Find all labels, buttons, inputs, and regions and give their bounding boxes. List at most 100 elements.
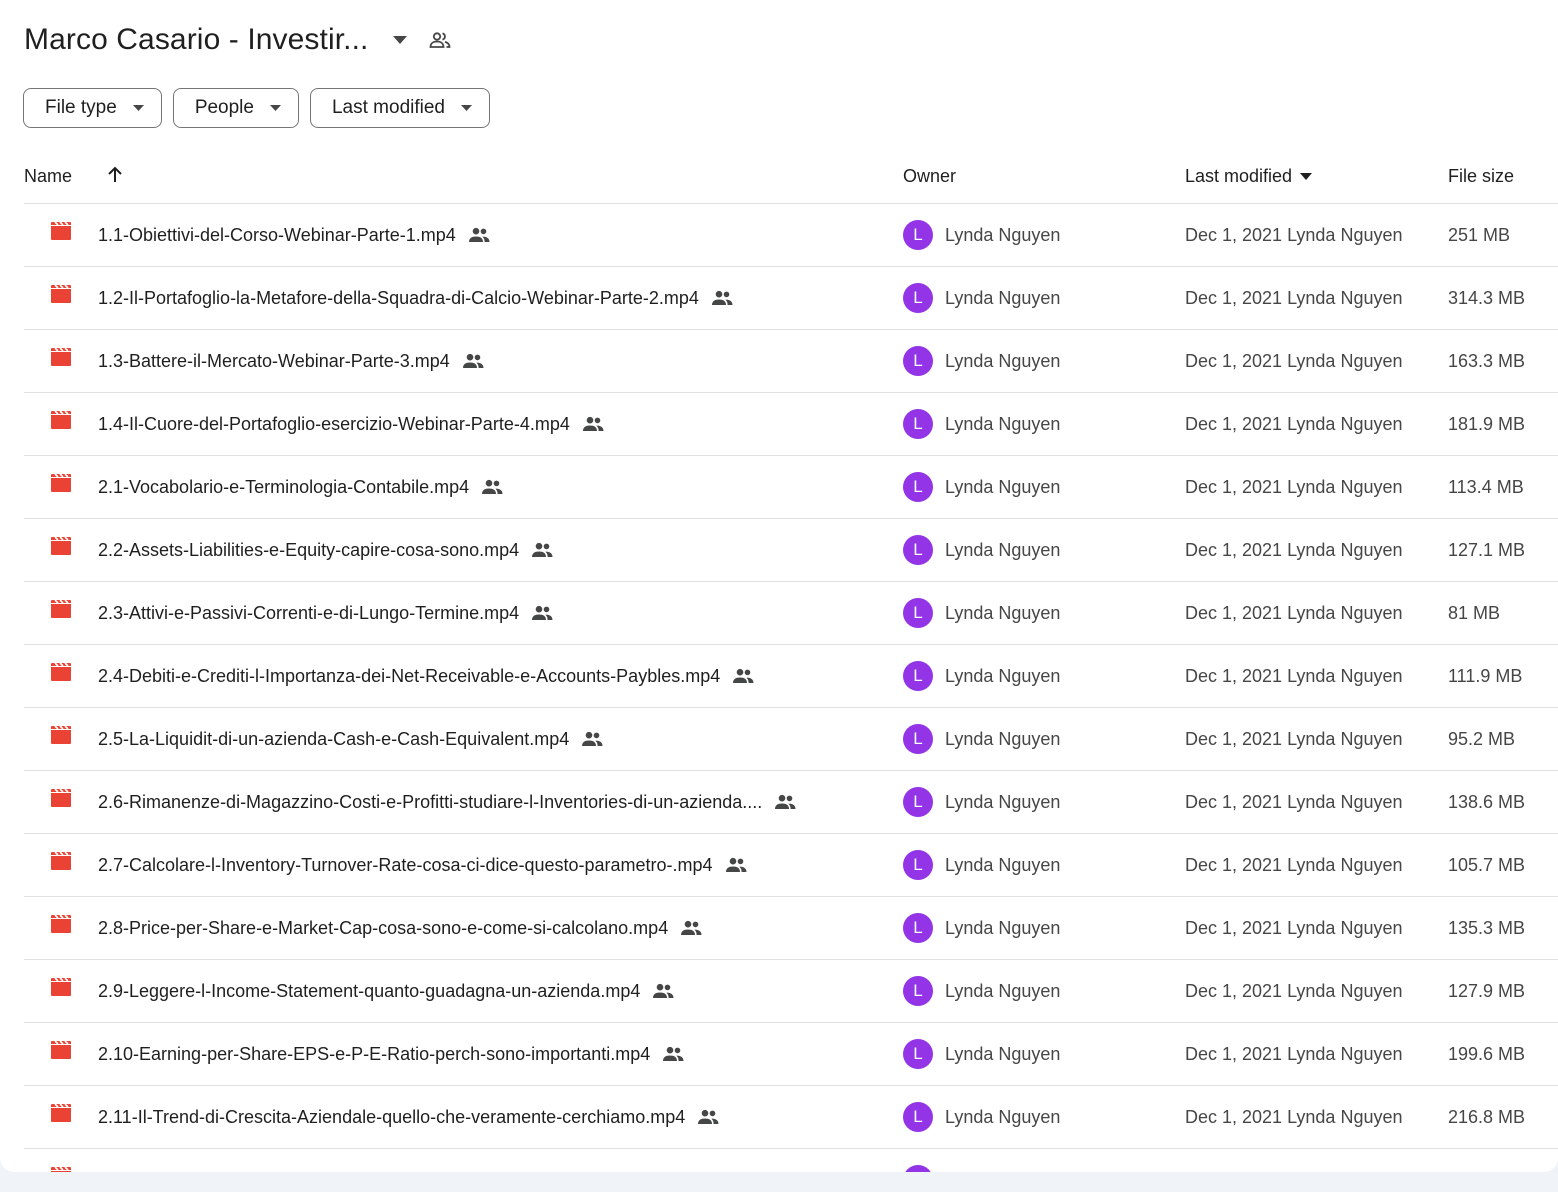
owner-cell: L Lynda Nguyen <box>903 204 1060 266</box>
file-name[interactable]: 2.11-Il-Trend-di-Crescita-Aziendale-quel… <box>98 1086 719 1148</box>
file-row[interactable]: 2.3-Attivi-e-Passivi-Correnti-e-di-Lungo… <box>24 582 1558 645</box>
file-size-cell: 135.3 MB <box>1448 917 1526 938</box>
column-label: Last modified <box>1185 166 1293 186</box>
file-name[interactable]: 2.6-Rimanenze-di-Magazzino-Costi-e-Profi… <box>98 771 796 833</box>
file-name[interactable]: 1.4-Il-Cuore-del-Portafoglio-esercizio-W… <box>98 393 604 455</box>
file-row[interactable]: 1.4-Il-Cuore-del-Portafoglio-esercizio-W… <box>24 393 1558 456</box>
file-name-text: 2.7-Calcolare-l-Inventory-Turnover-Rate-… <box>98 854 713 875</box>
file-name-text: 2.3-Attivi-e-Passivi-Correnti-e-di-Lungo… <box>98 602 520 623</box>
file-name[interactable]: 1.1-Obiettivi-del-Corso-Webinar-Parte-1.… <box>98 204 490 266</box>
avatar: L <box>903 283 933 313</box>
owner-name: Lynda Nguyen <box>945 854 1061 875</box>
last-modified-filter[interactable]: Last modified <box>309 88 490 128</box>
arrow-up-icon[interactable] <box>104 164 126 186</box>
file-size-cell: 150.2 MB <box>1448 1149 1525 1173</box>
file-name-text: 1.1-Obiettivi-del-Corso-Webinar-Parte-1.… <box>98 224 456 245</box>
avatar: L <box>903 724 933 754</box>
file-row[interactable]: 2.5-La-Liquidit-di-un-azienda-Cash-e-Cas… <box>24 708 1558 771</box>
avatar: L <box>903 976 933 1006</box>
last-modified-cell: Dec 1, 2021 Lynda Nguyen <box>1185 980 1403 1001</box>
owner-cell: L Lynda Nguyen <box>903 1149 1060 1172</box>
file-size-cell: 127.1 MB <box>1448 539 1526 560</box>
owner-name: Lynda Nguyen <box>945 539 1061 560</box>
video-file-icon <box>50 284 72 304</box>
file-size-cell: 113.4 MB <box>1448 476 1524 497</box>
name-column-header[interactable]: Name <box>24 166 72 187</box>
file-row[interactable]: 2.12-Return-on-Assets-ROA-cosa-e-perch-i… <box>24 1149 1558 1172</box>
owner-cell: L Lynda Nguyen <box>903 1023 1060 1085</box>
shared-people-icon <box>711 290 733 306</box>
owner-name: Lynda Nguyen <box>945 791 1061 812</box>
avatar: L <box>903 598 933 628</box>
file-name-text: 2.5-La-Liquidit-di-un-azienda-Cash-e-Cas… <box>98 728 570 749</box>
chevron-down-icon <box>269 105 281 111</box>
file-name-text: 2.9-Leggere-l-Income-Statement-quanto-gu… <box>98 980 641 1001</box>
owner-name: Lynda Nguyen <box>945 980 1061 1001</box>
file-name[interactable]: 2.1-Vocabolario-e-Terminologia-Contabile… <box>98 456 503 518</box>
owner-name: Lynda Nguyen <box>945 224 1061 245</box>
file-name[interactable]: 2.5-La-Liquidit-di-un-azienda-Cash-e-Cas… <box>98 708 603 770</box>
shared-people-icon <box>662 1046 684 1062</box>
owner-name: Lynda Nguyen <box>945 728 1061 749</box>
file-row[interactable]: 2.1-Vocabolario-e-Terminologia-Contabile… <box>24 456 1558 519</box>
file-list-header: Name Owner Last modified File size <box>24 152 1558 204</box>
file-name-text: 2.11-Il-Trend-di-Crescita-Aziendale-quel… <box>98 1106 686 1127</box>
file-row[interactable]: 2.4-Debiti-e-Crediti-l-Importanza-dei-Ne… <box>24 645 1558 708</box>
owner-cell: L Lynda Nguyen <box>903 708 1060 770</box>
file-row[interactable]: 2.11-Il-Trend-di-Crescita-Aziendale-quel… <box>24 1086 1558 1149</box>
owner-name: Lynda Nguyen <box>945 1170 1060 1173</box>
avatar: L <box>903 409 933 439</box>
shared-people-icon <box>462 353 484 369</box>
file-size-cell: 127.9 MB <box>1448 980 1526 1001</box>
last-modified-cell: Dec 1, 2021 Lynda Nguyen <box>1185 665 1403 686</box>
file-row[interactable]: 1.1-Obiettivi-del-Corso-Webinar-Parte-1.… <box>24 204 1558 267</box>
file-row[interactable]: 2.2-Assets-Liabilities-e-Equity-capire-c… <box>24 519 1558 582</box>
owner-cell: L Lynda Nguyen <box>903 456 1060 518</box>
shared-people-icon <box>531 605 553 621</box>
file-name-text: 2.6-Rimanenze-di-Magazzino-Costi-e-Profi… <box>98 791 763 812</box>
file-name[interactable]: 2.9-Leggere-l-Income-Statement-quanto-gu… <box>98 960 674 1022</box>
file-name[interactable]: 1.2-Il-Portafoglio-la-Metafore-della-Squ… <box>98 267 733 329</box>
file-row[interactable]: 1.3-Battere-il-Mercato-Webinar-Parte-3.m… <box>24 330 1558 393</box>
file-type-filter[interactable]: File type <box>23 88 162 128</box>
shared-people-icon <box>581 731 603 747</box>
owner-name: Lynda Nguyen <box>945 1106 1061 1127</box>
avatar: L <box>903 535 933 565</box>
owner-name: Lynda Nguyen <box>945 1043 1061 1064</box>
file-size-cell: 81 MB <box>1448 602 1501 623</box>
people-filter[interactable]: People <box>172 88 299 128</box>
video-file-icon <box>50 1103 72 1123</box>
file-name[interactable]: 2.12-Return-on-Assets-ROA-cosa-e-perch-i… <box>98 1149 600 1173</box>
file-size-cell: 216.8 MB <box>1448 1106 1526 1127</box>
file-row[interactable]: 2.9-Leggere-l-Income-Statement-quanto-gu… <box>24 960 1558 1023</box>
shared-people-icon <box>680 920 702 936</box>
file-row[interactable]: 2.10-Earning-per-Share-EPS-e-P-E-Ratio-p… <box>24 1023 1558 1086</box>
avatar: L <box>903 1102 933 1132</box>
last-modified-cell: Dec 1, 2021 Lynda Nguyen <box>1185 728 1403 749</box>
filter-label: File type <box>45 97 117 118</box>
avatar: L <box>903 913 933 943</box>
drive-folder-view: Marco Casario - Investir... File type Pe… <box>0 0 1558 1172</box>
file-name[interactable]: 2.10-Earning-per-Share-EPS-e-P-E-Ratio-p… <box>98 1023 684 1085</box>
video-file-icon <box>50 662 72 682</box>
file-row[interactable]: 2.7-Calcolare-l-Inventory-Turnover-Rate-… <box>24 834 1558 897</box>
video-file-icon <box>50 1166 72 1172</box>
file-name[interactable]: 1.3-Battere-il-Mercato-Webinar-Parte-3.m… <box>98 330 484 392</box>
owner-name: Lynda Nguyen <box>945 287 1061 308</box>
file-name[interactable]: 2.7-Calcolare-l-Inventory-Turnover-Rate-… <box>98 834 747 896</box>
file-row[interactable]: 1.2-Il-Portafoglio-la-Metafore-della-Squ… <box>24 267 1558 330</box>
last-modified-column-header[interactable]: Last modified <box>1185 166 1313 187</box>
file-name[interactable]: 2.3-Attivi-e-Passivi-Correnti-e-di-Lungo… <box>98 582 553 644</box>
avatar: L <box>903 220 933 250</box>
file-name[interactable]: 2.4-Debiti-e-Crediti-l-Importanza-dei-Ne… <box>98 645 754 707</box>
file-row[interactable]: 2.8-Price-per-Share-e-Market-Cap-cosa-so… <box>24 897 1558 960</box>
file-name-text: 2.4-Debiti-e-Crediti-l-Importanza-dei-Ne… <box>98 665 721 686</box>
file-name[interactable]: 2.2-Assets-Liabilities-e-Equity-capire-c… <box>98 519 553 581</box>
folder-title[interactable]: Marco Casario - Investir... <box>24 23 368 57</box>
file-name-text: 2.8-Price-per-Share-e-Market-Cap-cosa-so… <box>98 917 669 938</box>
video-file-icon <box>50 1040 72 1060</box>
avatar: L <box>903 787 933 817</box>
file-row[interactable]: 2.6-Rimanenze-di-Magazzino-Costi-e-Profi… <box>24 771 1558 834</box>
file-name[interactable]: 2.8-Price-per-Share-e-Market-Cap-cosa-so… <box>98 897 702 959</box>
chevron-down-icon[interactable] <box>386 26 414 54</box>
